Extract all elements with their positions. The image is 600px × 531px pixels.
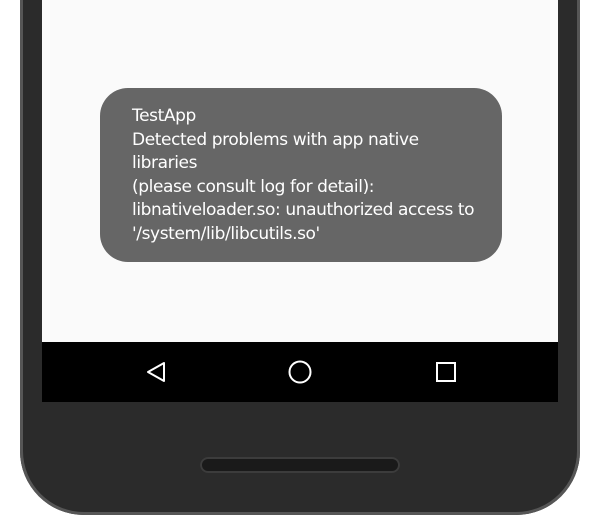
toast-line-1: Detected problems with app native	[132, 129, 419, 150]
toast-line-5: '/system/lib/libcutils.so'	[132, 223, 320, 244]
toast-line-3: (please consult log for detail):	[132, 176, 375, 197]
toast-line-4: libnativeloader.so: unauthorized access …	[132, 200, 475, 220]
device-frame: TestApp Detected problems with app nativ…	[0, 0, 600, 531]
home-circle-icon	[288, 360, 312, 384]
toast-app-name: TestApp	[132, 106, 196, 126]
back-button[interactable]	[126, 342, 186, 402]
home-button[interactable]	[270, 342, 330, 402]
navigation-bar	[42, 342, 558, 402]
back-triangle-icon	[147, 362, 165, 382]
recents-button[interactable]	[416, 342, 476, 402]
toast-line-2: libraries	[132, 153, 198, 173]
recents-square-icon	[436, 362, 456, 382]
speaker-grille	[200, 457, 400, 473]
toast-message: TestApp Detected problems with app nativ…	[100, 88, 502, 262]
